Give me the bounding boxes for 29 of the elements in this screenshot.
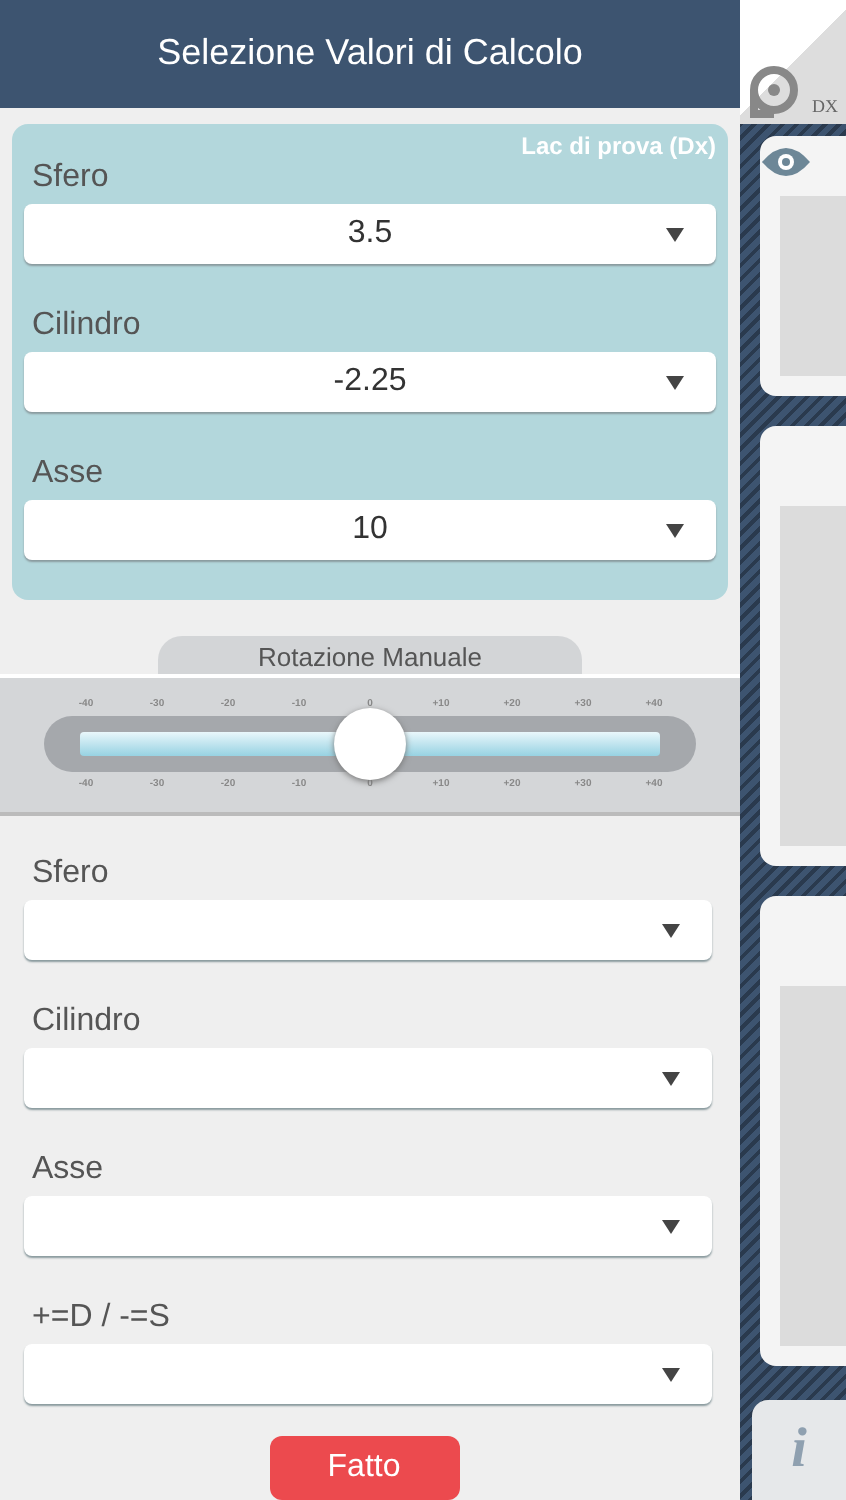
caret-icon [666,227,684,242]
done-button[interactable]: Fatto [269,1436,459,1500]
field-label: Asse [32,455,104,492]
caret-icon [666,523,684,538]
dropdown-field[interactable]: 10 [24,499,716,560]
field-label: Sfero [32,159,109,196]
eye-icon [760,144,812,180]
field-label: Cilindro [32,307,141,344]
preview-card[interactable] [760,136,846,396]
caret-icon [662,1220,680,1234]
dropdown-field[interactable] [24,1048,712,1108]
dropdown-field[interactable] [24,1344,712,1404]
caret-icon [662,1072,680,1086]
dropdown-field[interactable] [24,1196,712,1256]
caret-icon [662,1368,680,1382]
dropdown-field[interactable]: 3.5 [24,203,716,264]
field-label: +=D / -=S [32,1300,170,1336]
eye-side-label: DX [812,96,838,116]
dropdown-field[interactable]: -2.25 [24,351,716,412]
window-title: Selezione Valori di Calcolo [0,0,740,108]
eye-logo-icon [748,66,800,118]
field-label: Cilindro [32,1004,141,1040]
field-label: Sfero [32,856,109,892]
field-label: Asse [32,1152,104,1188]
card-caption: Lac di prova (Dx) [521,131,716,160]
dropdown-field[interactable] [24,900,712,960]
caret-icon [666,375,684,390]
slider-thumb[interactable] [334,708,406,781]
caret-icon [662,924,680,938]
